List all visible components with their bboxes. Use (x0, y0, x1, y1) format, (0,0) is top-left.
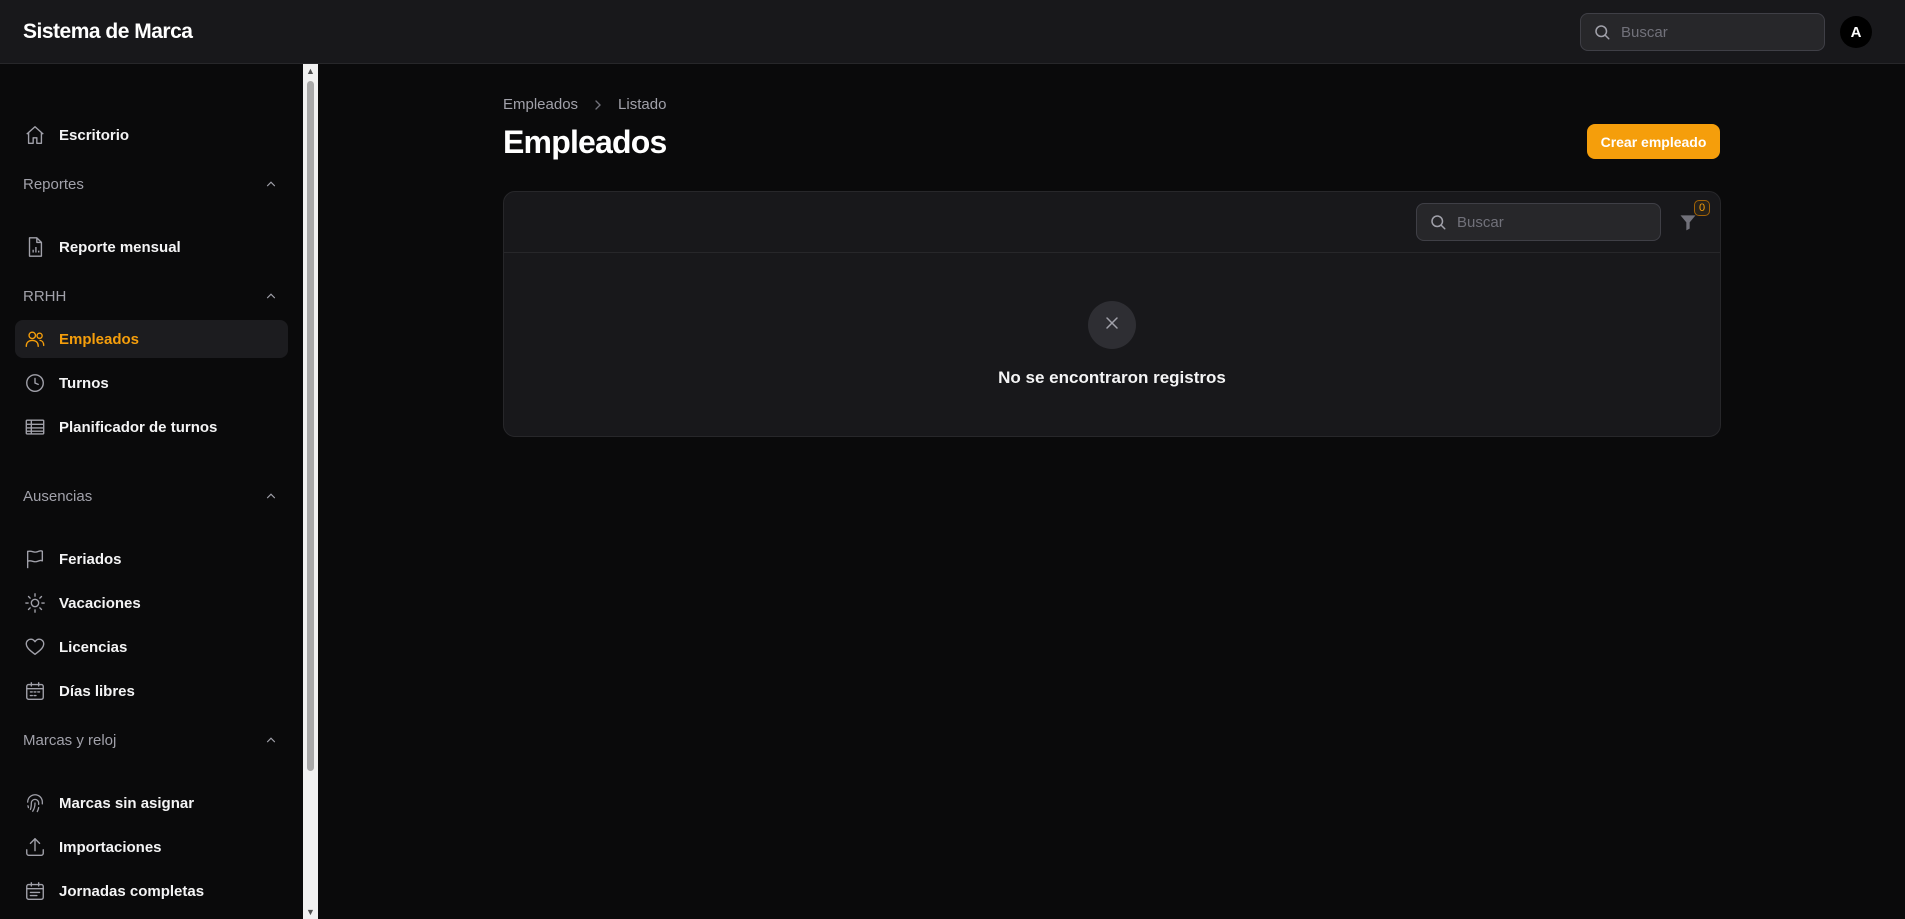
sidebar-item-label: Planificador de turnos (59, 418, 218, 436)
scrollbar-thumb[interactable] (307, 81, 314, 771)
global-search-input[interactable] (1621, 23, 1811, 41)
sidebar-item-licencias[interactable]: Licencias (15, 628, 288, 666)
clock-icon (24, 372, 46, 394)
sidebar-item-label: Reporte mensual (59, 238, 181, 256)
employees-table: 0 No se encontraron registros (503, 191, 1721, 437)
flag-icon (24, 548, 46, 570)
breadcrumb-item-listado[interactable]: Listado (618, 96, 666, 113)
search-icon (1429, 213, 1447, 231)
sidebar-item-empleados[interactable]: Empleados (15, 320, 288, 358)
sidebar-item-dias-libres[interactable]: Días libres (15, 672, 288, 710)
group-label: RRHH (23, 287, 67, 305)
page-title: Empleados (503, 124, 667, 160)
chevron-up-icon[interactable] (264, 733, 278, 747)
sidebar-item-turnos[interactable]: Turnos (15, 364, 288, 402)
sidebar: Escritorio Reportes Reporte mensual RRHH… (0, 64, 303, 919)
table-toolbar: 0 (504, 192, 1720, 253)
sidebar-item-label: Empleados (59, 330, 140, 348)
sidebar-item-label: Licencias (59, 638, 128, 656)
sidebar-item-label: Feriados (59, 550, 122, 568)
sidebar-item-importaciones[interactable]: Importaciones (15, 828, 288, 866)
brand-name[interactable]: Sistema de Marca (23, 20, 193, 44)
calendar-days-icon (24, 880, 46, 902)
chevron-up-icon[interactable] (264, 177, 278, 191)
sidebar-item-label: Jornadas completas (59, 882, 205, 900)
x-mark-icon (1102, 313, 1122, 338)
sidebar-item-label: Importaciones (59, 838, 162, 856)
group-label: Marcas y reloj (23, 731, 117, 749)
sidebar-item-jornadas-completas[interactable]: Jornadas completas (15, 872, 288, 910)
users-icon (24, 328, 46, 350)
sidebar-item-label: Días libres (59, 682, 135, 700)
group-header-rrhh[interactable]: RRHH (23, 285, 278, 307)
top-bar: Sistema de Marca A (0, 0, 1905, 64)
sidebar-item-escritorio[interactable]: Escritorio (15, 116, 288, 154)
heart-icon (24, 636, 46, 658)
filter-count-badge: 0 (1694, 200, 1710, 216)
empty-state-badge (1088, 301, 1136, 349)
user-avatar[interactable]: A (1840, 16, 1872, 48)
sidebar-scrollbar[interactable]: ▲ ▼ (303, 64, 318, 919)
group-header-ausencias[interactable]: Ausencias (23, 485, 278, 507)
sidebar-item-vacaciones[interactable]: Vacaciones (15, 584, 288, 622)
sidebar-item-feriados[interactable]: Feriados (15, 540, 288, 578)
chevron-up-icon[interactable] (264, 289, 278, 303)
upload-icon (24, 836, 46, 858)
table-icon (24, 416, 46, 438)
search-icon (1593, 23, 1611, 41)
document-chart-icon (24, 236, 46, 258)
chevron-up-icon[interactable] (264, 489, 278, 503)
group-label: Reportes (23, 175, 84, 193)
sidebar-item-label: Vacaciones (59, 594, 141, 612)
sidebar-item-marcas-sin-asignar[interactable]: Marcas sin asignar (15, 784, 288, 822)
breadcrumb-item-empleados[interactable]: Empleados (503, 96, 578, 113)
sidebar-item-label: Escritorio (59, 126, 130, 144)
sidebar-item-reporte-mensual[interactable]: Reporte mensual (15, 228, 288, 266)
group-label: Ausencias (23, 487, 93, 505)
group-header-reportes[interactable]: Reportes (23, 173, 278, 195)
sidebar-item-label: Marcas sin asignar (59, 794, 195, 812)
fingerprint-icon (24, 792, 46, 814)
table-search[interactable] (1416, 203, 1661, 241)
empty-state-message: No se encontraron registros (998, 368, 1226, 387)
chevron-right-icon (590, 97, 606, 113)
breadcrumb: Empleados Listado (503, 96, 666, 113)
global-search[interactable] (1580, 13, 1825, 51)
scroll-down-arrow-icon[interactable]: ▼ (303, 905, 318, 919)
sidebar-item-planificador[interactable]: Planificador de turnos (15, 408, 288, 446)
home-icon (24, 124, 46, 146)
sun-icon (24, 592, 46, 614)
sidebar-item-label: Turnos (59, 374, 109, 392)
create-employee-button[interactable]: Crear empleado (1587, 124, 1720, 159)
group-header-marcas-y-reloj[interactable]: Marcas y reloj (23, 729, 278, 751)
calendar-icon (24, 680, 46, 702)
scroll-up-arrow-icon[interactable]: ▲ (303, 64, 318, 78)
table-search-input[interactable] (1457, 213, 1647, 231)
